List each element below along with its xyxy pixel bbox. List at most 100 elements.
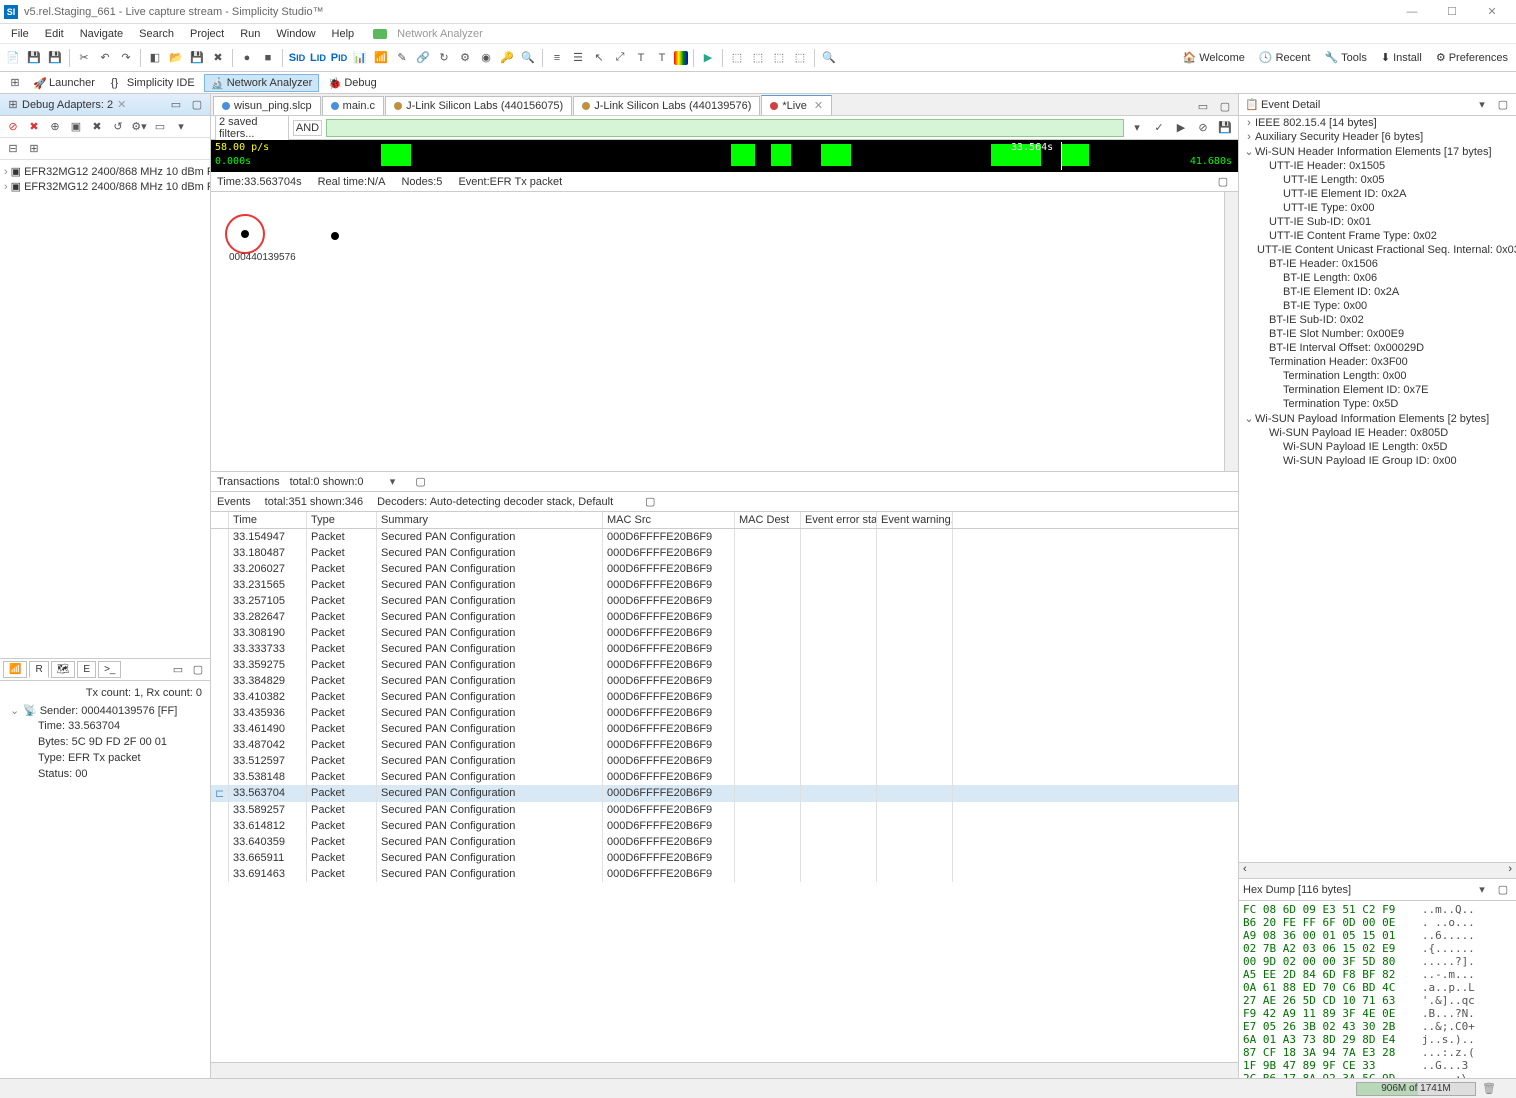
menu-navigate[interactable]: Navigate (73, 26, 130, 42)
map-node-1[interactable] (241, 230, 249, 238)
ed-min-icon[interactable]: ▭ (1194, 97, 1212, 115)
maximize-button[interactable]: ☐ (1432, 1, 1472, 23)
detail-item[interactable]: ›IEEE 802.15.4 [14 bytes] (1239, 116, 1516, 130)
event-row[interactable]: 33.333733PacketSecured PAN Configuration… (211, 641, 1238, 657)
col-summary[interactable]: Summary (377, 512, 603, 528)
new-icon[interactable]: 📄 (4, 49, 22, 67)
event-row[interactable]: 33.435936PacketSecured PAN Configuration… (211, 705, 1238, 721)
f-apply-icon[interactable]: ✓ (1150, 119, 1168, 137)
tab-map[interactable]: 🗺 (51, 661, 76, 678)
adapter-item[interactable]: ›▣EFR32MG12 2400/868 MHz 10 dBm RB (2, 164, 208, 179)
redo-icon[interactable]: ↷ (117, 49, 135, 67)
undo-icon[interactable]: ↶ (96, 49, 114, 67)
event-row[interactable]: 33.257105PacketSecured PAN Configuration… (211, 593, 1238, 609)
detail-max-icon[interactable]: ▢ (1494, 96, 1512, 114)
map-scrollbar[interactable] (1224, 192, 1238, 471)
perspective-launcher[interactable]: 🚀Launcher (26, 74, 102, 92)
editor-tab[interactable]: J-Link Silicon Labs (440139576) (573, 96, 760, 115)
event-row[interactable]: 33.231565PacketSecured PAN Configuration… (211, 577, 1238, 593)
play-icon[interactable]: ▶ (699, 49, 717, 67)
min-icon[interactable]: ▭ (167, 96, 185, 114)
col-wrn[interactable]: Event warning... (877, 512, 953, 528)
expand-icon[interactable]: ⤢ (611, 49, 629, 67)
editor-tab[interactable]: J-Link Silicon Labs (440156075) (385, 96, 572, 115)
detail-item[interactable]: ⌄Wi-SUN Header Information Elements [17 … (1239, 144, 1516, 159)
menu-window[interactable]: Window (269, 26, 322, 42)
preferences-button[interactable]: ⚙Preferences (1432, 49, 1512, 66)
event-row[interactable]: 33.614812PacketSecured PAN Configuration… (211, 818, 1238, 834)
lid-icon[interactable]: LID (309, 49, 327, 67)
f-play-icon[interactable]: ▶ (1172, 119, 1190, 137)
refresh-icon[interactable]: ↻ (435, 49, 453, 67)
network-map[interactable]: 000440139576 (211, 192, 1238, 472)
menu-edit[interactable]: Edit (38, 26, 71, 42)
filter-drop-icon[interactable]: ▾ (1128, 119, 1146, 137)
open-icon[interactable]: 📂 (167, 49, 185, 67)
horiz-scroll[interactable] (211, 1062, 1238, 1078)
f-save-icon[interactable]: 💾 (1216, 119, 1234, 137)
highlight-icon[interactable] (674, 51, 688, 65)
tool1-icon[interactable]: ⬚ (728, 49, 746, 67)
list-icon[interactable]: ☰ (569, 49, 587, 67)
capture-stop-icon[interactable]: ■ (259, 49, 277, 67)
detail-item[interactable]: BT-IE Sub-ID: 0x02 (1239, 313, 1516, 327)
remove-icon[interactable]: ✖ (88, 118, 106, 136)
menu-file[interactable]: File (4, 26, 36, 42)
detail-item[interactable]: BT-IE Header: 0x1506 (1239, 257, 1516, 271)
detail-item[interactable]: Termination Length: 0x00 (1239, 369, 1516, 383)
timeline[interactable]: 58.00 p/s 0.000s 33.564s 41.680s (211, 140, 1238, 172)
f-clear-icon[interactable]: ⊘ (1194, 119, 1212, 137)
col-type[interactable]: Type (307, 512, 377, 528)
event-row[interactable]: 33.308190PacketSecured PAN Configuration… (211, 625, 1238, 641)
open-perspective-icon[interactable]: ⊞ (6, 74, 24, 92)
event-row[interactable]: 33.640359PacketSecured PAN Configuration… (211, 834, 1238, 850)
filter-icon[interactable]: ⊕ (46, 118, 64, 136)
detail-item[interactable]: UTT-IE Element ID: 0x2A (1239, 187, 1516, 201)
menu-search[interactable]: Search (132, 26, 181, 42)
tool2-icon[interactable]: ⬚ (749, 49, 767, 67)
col-time[interactable]: Time (229, 512, 307, 528)
editor-tab[interactable]: main.c (322, 96, 384, 115)
detail-item[interactable]: Termination Type: 0x5D (1239, 397, 1516, 411)
tool4-icon[interactable]: ⬚ (791, 49, 809, 67)
event-row[interactable]: 33.512597PacketSecured PAN Configuration… (211, 753, 1238, 769)
close-icon[interactable]: ✖ (209, 49, 227, 67)
tool3-icon[interactable]: ⬚ (770, 49, 788, 67)
detail-drop-icon[interactable]: ▾ (1473, 96, 1491, 114)
tab-r[interactable]: R (29, 661, 48, 678)
col-err[interactable]: Event error sta... (801, 512, 877, 528)
and-box[interactable]: AND (293, 120, 322, 136)
event-row[interactable]: 33.282647PacketSecured PAN Configuration… (211, 609, 1238, 625)
detail-item[interactable]: Wi-SUN Payload IE Header: 0x805D (1239, 426, 1516, 440)
event-row[interactable]: 33.665911PacketSecured PAN Configuration… (211, 850, 1238, 866)
welcome-button[interactable]: 🏠Welcome (1179, 49, 1249, 66)
detail-item[interactable]: BT-IE Interval Offset: 0x00029D (1239, 341, 1516, 355)
save-icon[interactable]: 💾 (25, 49, 43, 67)
plus-icon[interactable]: ⊞ (25, 140, 43, 158)
event-row[interactable]: ⊏33.563704PacketSecured PAN Configuratio… (211, 785, 1238, 802)
menu-icon[interactable]: ▾ (172, 118, 190, 136)
event-detail-tree[interactable]: ›IEEE 802.15.4 [14 bytes]›Auxiliary Secu… (1239, 116, 1516, 862)
detail-item[interactable]: UTT-IE Content Frame Type: 0x02 (1239, 229, 1516, 243)
event-row[interactable]: 33.154947PacketSecured PAN Configuration… (211, 529, 1238, 545)
event-row[interactable]: 33.487042PacketSecured PAN Configuration… (211, 737, 1238, 753)
event-row[interactable]: 33.384829PacketSecured PAN Configuration… (211, 673, 1238, 689)
minimize-button[interactable]: — (1392, 1, 1432, 23)
detail-item[interactable]: Wi-SUN Payload IE Group ID: 0x00 (1239, 454, 1516, 468)
hex-dump[interactable]: FC 08 6D 09 E3 51 C2 F9 ..m..Q.. B6 20 F… (1239, 901, 1516, 1078)
map-max-icon[interactable]: ▢ (1214, 173, 1232, 191)
event-row[interactable]: 33.461490PacketSecured PAN Configuration… (211, 721, 1238, 737)
map-node-2[interactable] (331, 232, 339, 240)
event-row[interactable]: 33.180487PacketSecured PAN Configuration… (211, 545, 1238, 561)
menu-help[interactable]: Help (325, 26, 362, 42)
detail-item[interactable]: ›Auxiliary Security Header [6 bytes] (1239, 130, 1516, 144)
gear-icon[interactable]: ⚙▾ (130, 118, 148, 136)
detail-item[interactable]: BT-IE Length: 0x06 (1239, 271, 1516, 285)
minus-icon[interactable]: ⊟ (4, 140, 22, 158)
detail-item[interactable]: BT-IE Slot Number: 0x00E9 (1239, 327, 1516, 341)
tab-close-icon[interactable]: ✕ (814, 99, 823, 112)
timeline-marker[interactable] (1061, 142, 1062, 170)
menu-run[interactable]: Run (233, 26, 267, 42)
detail-item[interactable]: BT-IE Type: 0x00 (1239, 299, 1516, 313)
detail-item[interactable]: UTT-IE Length: 0x05 (1239, 173, 1516, 187)
